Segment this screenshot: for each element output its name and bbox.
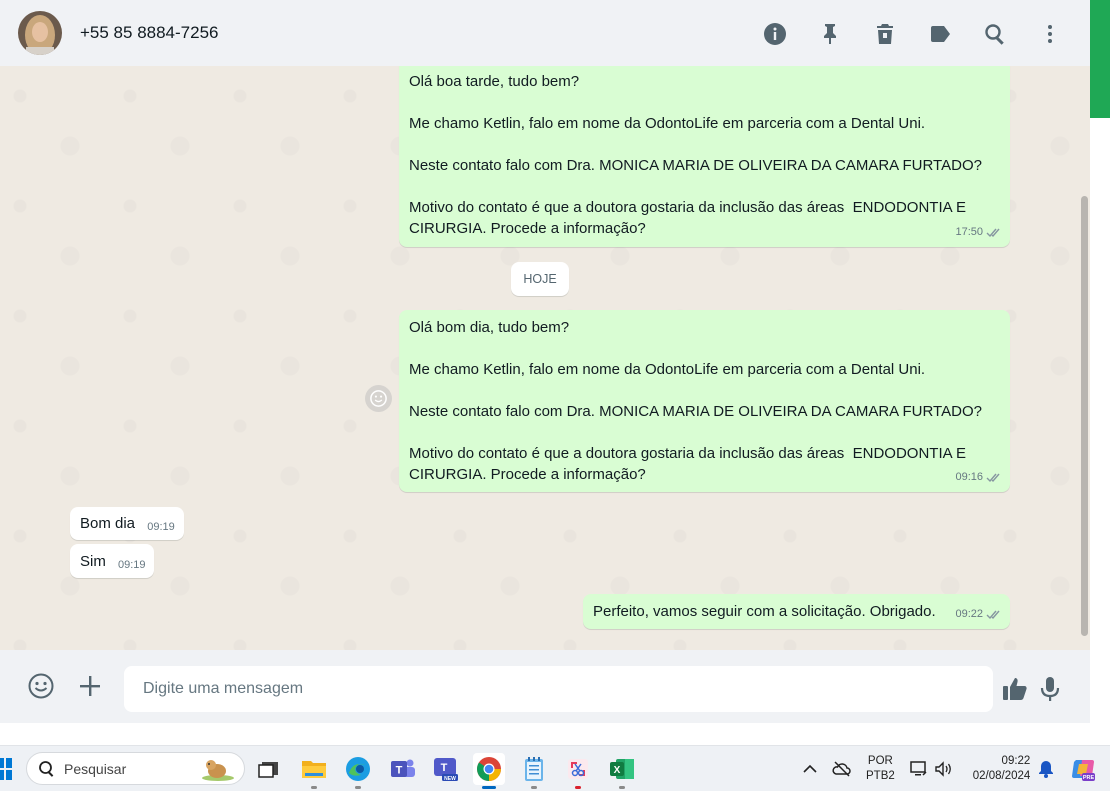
- snipping-tool-icon[interactable]: [562, 753, 594, 789]
- input-language[interactable]: POR PTB2: [866, 754, 895, 784]
- chevron-up-icon[interactable]: [800, 759, 820, 779]
- language-code: POR: [867, 755, 893, 767]
- message-time: 09:16: [955, 471, 983, 483]
- message-text: Olá boa tarde, tudo bem? Me chamo Ketlin…: [409, 73, 982, 237]
- system-tray: POR PTB2 09:22 02/08/2024 PRE: [800, 746, 1096, 791]
- running-indicator: [575, 786, 581, 789]
- chrome-icon[interactable]: [473, 753, 505, 789]
- message-time: 09:22: [955, 608, 983, 620]
- svg-text:PRE: PRE: [1083, 775, 1095, 781]
- message-text: Perfeito, vamos seguir com a solicitação…: [593, 603, 936, 620]
- message-bubble-outgoing[interactable]: Olá bom dia, tudo bem? Me chamo Ketlin, …: [399, 310, 1010, 492]
- message-input[interactable]: [124, 666, 993, 712]
- task-view-icon[interactable]: [253, 753, 285, 785]
- running-indicator: [619, 786, 625, 789]
- clock[interactable]: 09:22 02/08/2024: [973, 754, 1031, 784]
- edge-icon[interactable]: [342, 753, 374, 789]
- search-highlight-icon: [202, 760, 234, 781]
- contact-name[interactable]: +55 85 8884-7256: [80, 23, 219, 43]
- contact-avatar[interactable]: [18, 11, 62, 55]
- menu-icon[interactable]: [1033, 17, 1066, 50]
- teams-icon[interactable]: T: [387, 753, 419, 785]
- emoji-react-icon[interactable]: [365, 385, 392, 412]
- notepad-icon[interactable]: [518, 753, 550, 789]
- svg-text:X: X: [614, 765, 621, 776]
- active-indicator: [482, 786, 496, 789]
- thumbs-up-icon[interactable]: [999, 673, 1031, 705]
- plus-icon[interactable]: [74, 670, 106, 702]
- message-composer: [0, 650, 1090, 723]
- message-text: Sim: [80, 553, 106, 570]
- windows-taskbar: Pesquisar T T NEW X POR PTB2 09:22 02/08…: [0, 745, 1110, 791]
- search-icon[interactable]: [978, 17, 1011, 50]
- svg-text:T: T: [396, 765, 403, 777]
- taskbar-search[interactable]: Pesquisar: [26, 752, 245, 785]
- onedrive-offline-icon[interactable]: [832, 759, 852, 779]
- message-bubble-incoming[interactable]: Sim 09:19: [70, 544, 154, 578]
- message-meta: 17:50: [955, 222, 1002, 243]
- search-icon: [39, 760, 54, 777]
- chat-header: +55 85 8884-7256: [0, 0, 1090, 66]
- volume-icon[interactable]: [933, 759, 953, 779]
- message-bubble-outgoing[interactable]: Olá boa tarde, tudo bem? Me chamo Ketlin…: [399, 66, 1010, 247]
- message-bubble-outgoing[interactable]: Perfeito, vamos seguir com a solicitação…: [583, 594, 1010, 629]
- svg-text:T: T: [441, 762, 448, 774]
- notification-bell-icon[interactable]: [1036, 759, 1056, 779]
- message-time: 09:19: [147, 521, 175, 533]
- teams-new-icon[interactable]: T NEW: [430, 753, 462, 785]
- running-indicator: [355, 786, 361, 789]
- microphone-icon[interactable]: [1034, 673, 1066, 705]
- whatsapp-window: +55 85 8884-7256 Olá boa tarde, tudo bem…: [0, 0, 1090, 723]
- emoji-icon[interactable]: [25, 670, 57, 702]
- message-time: 17:50: [955, 226, 983, 238]
- svg-text:NEW: NEW: [444, 776, 456, 782]
- keyboard-layout: PTB2: [866, 770, 895, 782]
- delete-icon[interactable]: [868, 17, 901, 50]
- scrollbar-thumb[interactable]: [1081, 196, 1088, 636]
- clock-time: 09:22: [1001, 755, 1031, 767]
- search-placeholder: Pesquisar: [64, 760, 127, 777]
- window-edge: [1090, 118, 1110, 723]
- date-separator: HOJE: [511, 262, 569, 296]
- double-check-icon: [986, 609, 1002, 620]
- info-icon[interactable]: [758, 17, 791, 50]
- message-meta: 09:22: [955, 604, 1002, 625]
- excel-icon[interactable]: X: [606, 753, 638, 789]
- message-text: Bom dia: [80, 515, 136, 532]
- chat-scrollbar[interactable]: [1081, 66, 1088, 650]
- running-indicator: [311, 786, 317, 789]
- message-time: 09:19: [118, 559, 146, 571]
- double-check-icon: [986, 227, 1002, 238]
- windows-start-icon[interactable]: [0, 758, 12, 780]
- label-icon[interactable]: [923, 17, 956, 50]
- message-text: Olá bom dia, tudo bem? Me chamo Ketlin, …: [409, 319, 982, 483]
- message-bubble-incoming[interactable]: Bom dia 09:19: [70, 507, 184, 540]
- running-indicator: [531, 786, 537, 789]
- file-explorer-icon[interactable]: [298, 753, 330, 789]
- copilot-icon[interactable]: PRE: [1070, 756, 1096, 782]
- pin-icon[interactable]: [813, 17, 846, 50]
- clock-date: 02/08/2024: [972, 770, 1031, 782]
- network-icon[interactable]: [909, 759, 929, 779]
- window-accent-bar: [1090, 0, 1110, 118]
- header-actions: [758, 17, 1066, 50]
- message-list[interactable]: Olá boa tarde, tudo bem? Me chamo Ketlin…: [0, 66, 1090, 650]
- message-meta: 09:16: [955, 467, 1002, 488]
- double-check-icon: [986, 472, 1002, 483]
